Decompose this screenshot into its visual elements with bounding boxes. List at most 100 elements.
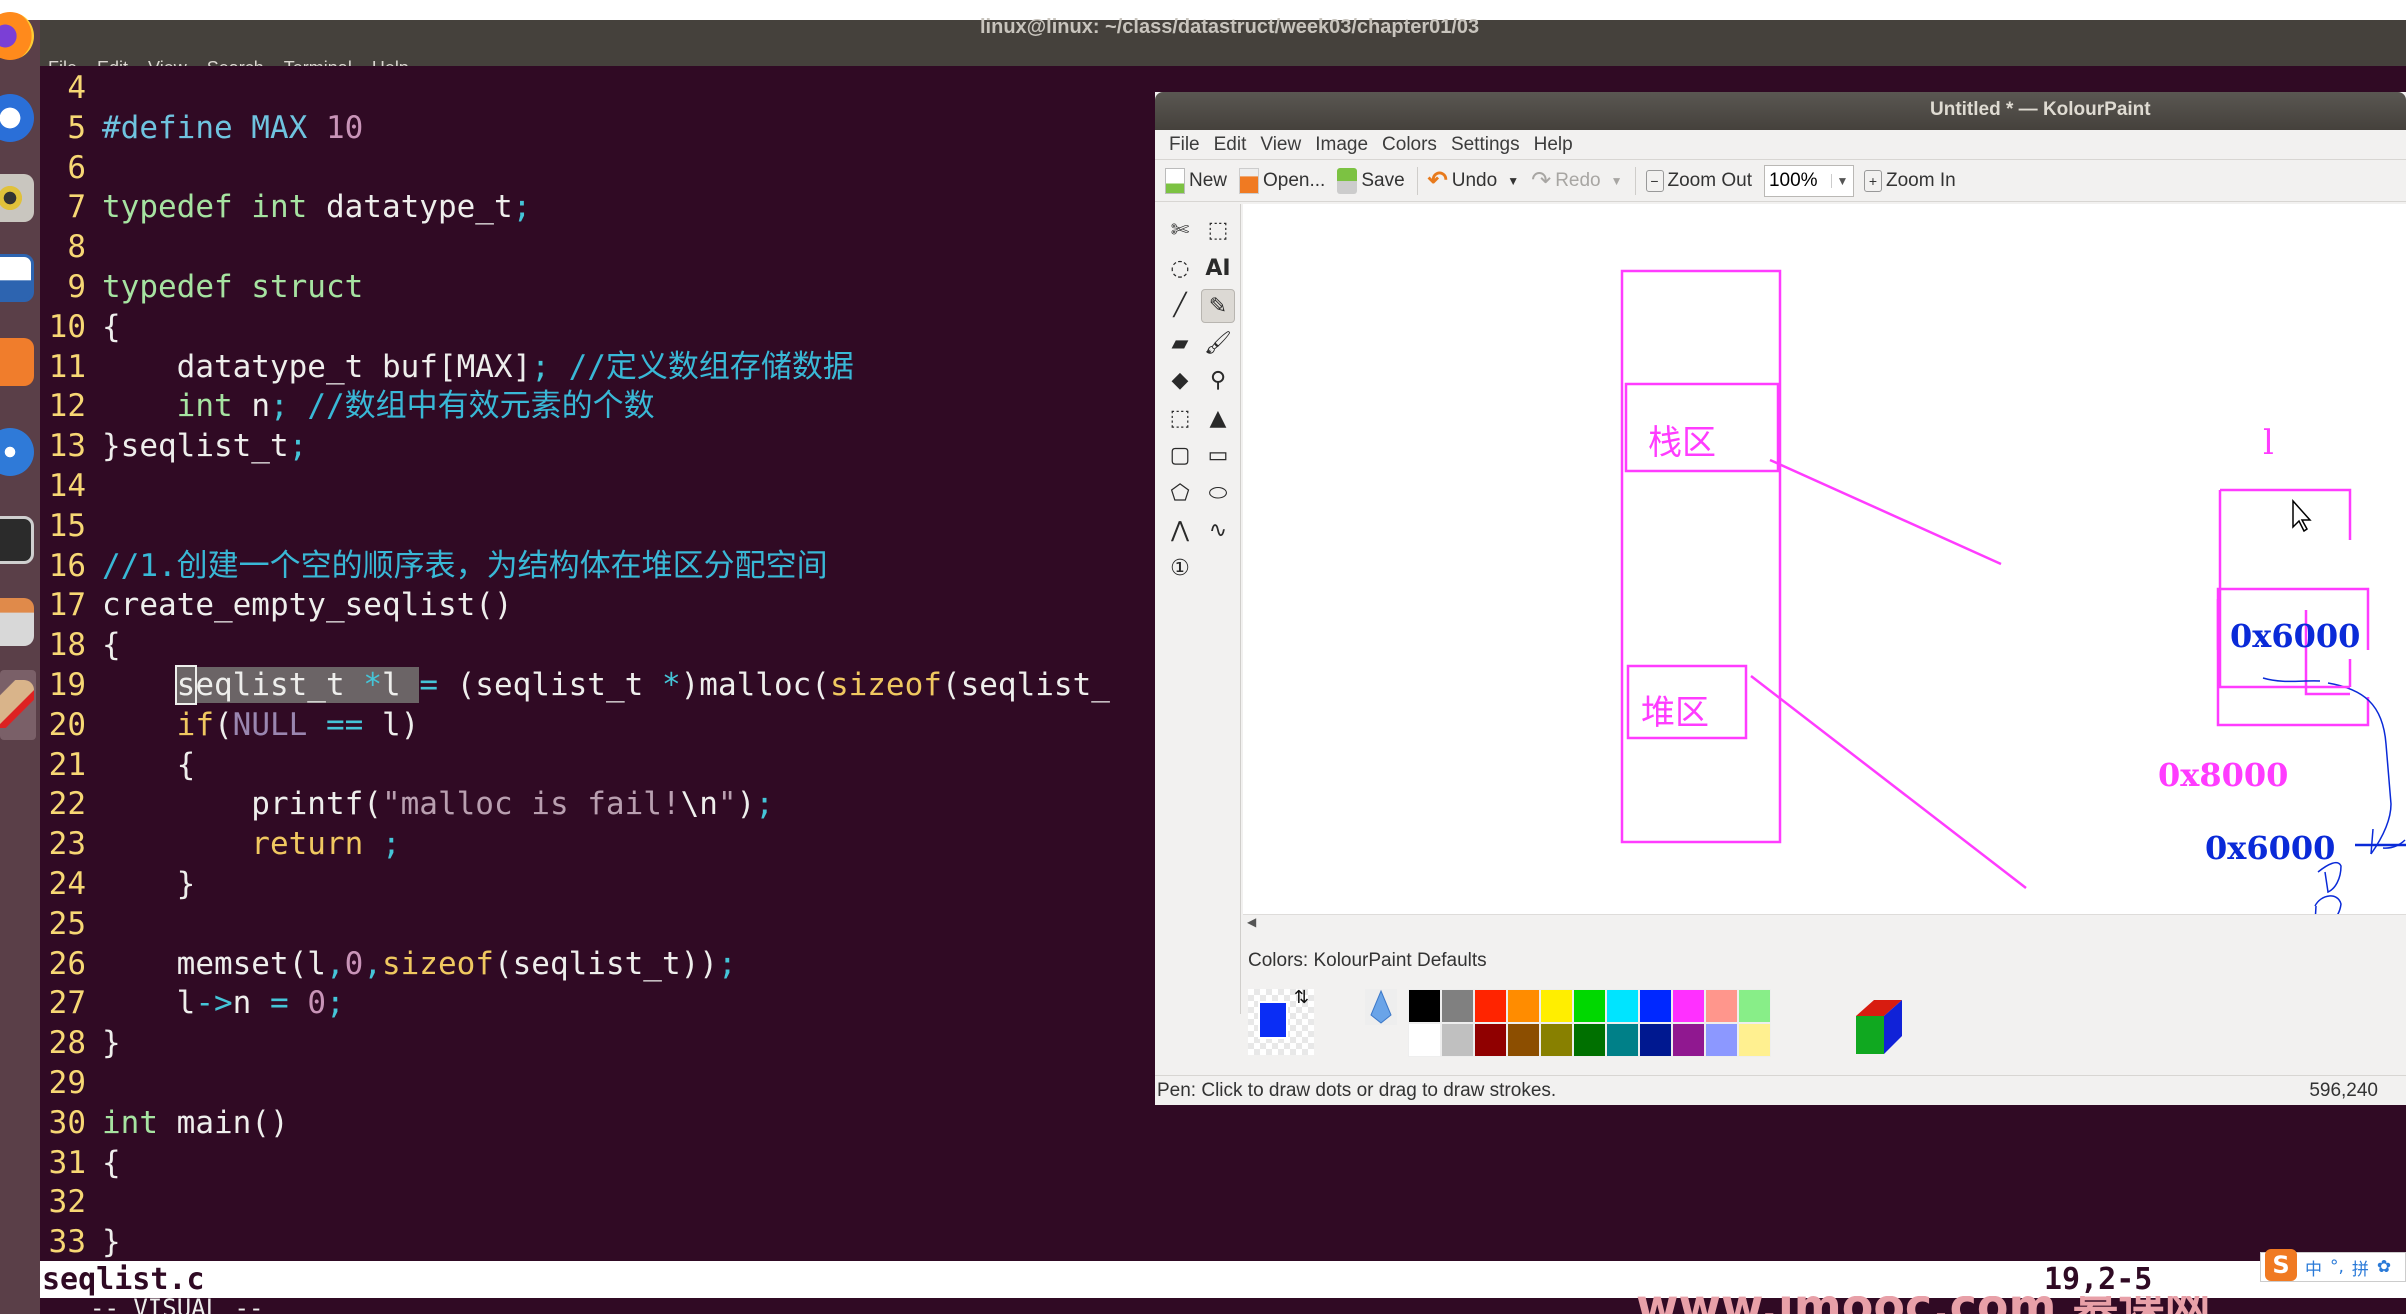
palette-color-swatch[interactable]: [1540, 1023, 1573, 1057]
palette-color-swatch[interactable]: [1672, 989, 1705, 1023]
tool-spraycan-icon[interactable]: ▲: [1201, 402, 1235, 436]
palette-color-swatch[interactable]: [1507, 989, 1540, 1023]
scroll-left-icon[interactable]: ◀: [1247, 915, 1256, 929]
tool-rounded-rectangle-icon[interactable]: ▢: [1163, 439, 1197, 473]
palette-color-swatch[interactable]: [1408, 989, 1441, 1023]
kp-menu-image[interactable]: Image: [1315, 134, 1368, 156]
tool-rectangular-selection-icon[interactable]: ⬚: [1201, 214, 1235, 248]
code-line[interactable]: 16 //1.创建一个空的顺序表，为结构体在堆区分配空间: [40, 546, 828, 586]
firefox-icon[interactable]: [0, 12, 34, 60]
kolourpaint-title-bar[interactable]: Untitled * — KolourPaint: [1155, 92, 2406, 130]
tool-text-icon[interactable]: AI: [1201, 252, 1235, 286]
code-line[interactable]: 15: [40, 506, 102, 546]
undo-button[interactable]: ↶ Undo ▼: [1428, 166, 1519, 195]
palette-color-swatch[interactable]: [1672, 1023, 1705, 1057]
palette-color-swatch[interactable]: [1606, 1023, 1639, 1057]
tool-pen-icon[interactable]: ✎: [1201, 289, 1235, 323]
tool-line-icon[interactable]: ╱: [1163, 289, 1197, 323]
code-line[interactable]: 8: [40, 227, 102, 267]
palette-color-swatch[interactable]: [1705, 989, 1738, 1023]
ime-settings-icon[interactable]: ✿: [2377, 1257, 2391, 1277]
code-line[interactable]: 33}: [40, 1222, 121, 1261]
code-line[interactable]: 11 datatype_t buf[MAX]; //定义数组存储数据: [40, 347, 854, 387]
kp-menu-colors[interactable]: Colors: [1382, 134, 1437, 156]
kp-menu-view[interactable]: View: [1260, 134, 1301, 156]
code-line[interactable]: 29: [40, 1063, 102, 1103]
new-button[interactable]: New: [1165, 167, 1227, 194]
code-line[interactable]: 6: [40, 148, 102, 188]
code-line[interactable]: 14: [40, 466, 102, 506]
rhythmbox-icon[interactable]: [0, 174, 34, 222]
code-line[interactable]: 26 memset(l,0,sizeof(seqlist_t));: [40, 944, 737, 984]
ime-language[interactable]: 中: [2305, 1255, 2322, 1280]
code-line[interactable]: 28}: [40, 1023, 121, 1063]
code-line[interactable]: 10 {: [40, 307, 121, 347]
palette-color-swatch[interactable]: [1474, 989, 1507, 1023]
code-line[interactable]: 32: [40, 1182, 102, 1222]
palette-color-swatch[interactable]: [1441, 989, 1474, 1023]
code-line[interactable]: 4: [40, 68, 102, 108]
software-center-icon[interactable]: [0, 338, 34, 386]
code-line[interactable]: 31 {: [40, 1143, 121, 1183]
code-line[interactable]: 30 int main(): [40, 1103, 289, 1143]
palette-color-swatch[interactable]: [1408, 1023, 1441, 1057]
tool-polygon-icon[interactable]: ⬠: [1163, 477, 1197, 511]
palette-color-swatch[interactable]: [1507, 1023, 1540, 1057]
tool-color-picker-icon[interactable]: ⚲: [1201, 364, 1235, 398]
ime-toolbar[interactable]: S 中 °, 拼 ✿: [2260, 1249, 2406, 1282]
code-line[interactable]: 5 #define MAX 10: [40, 108, 363, 148]
kp-menu-settings[interactable]: Settings: [1451, 134, 1520, 156]
ime-punctuation[interactable]: °,: [2330, 1257, 2344, 1277]
palette-color-swatch[interactable]: [1474, 1023, 1507, 1057]
tool-connected-lines-icon[interactable]: ⋀: [1163, 514, 1197, 548]
foreground-color-swatch[interactable]: [1258, 1001, 1288, 1039]
kp-menu-help[interactable]: Help: [1534, 134, 1573, 156]
drawing-canvas[interactable]: 栈区 堆区 l 0x6000 0x8000 0x6000: [1243, 204, 2406, 914]
tool-tool-options-icon[interactable]: ①: [1163, 552, 1197, 586]
palette-color-swatch[interactable]: [1705, 1023, 1738, 1057]
tool-free-form-selection-icon[interactable]: ✄: [1163, 214, 1197, 248]
zoom-in-button[interactable]: + Zoom In: [1863, 169, 1956, 192]
canvas-horizontal-scrollbar[interactable]: ◀: [1243, 914, 2406, 929]
code-line[interactable]: 21 {: [40, 745, 196, 785]
terminal-icon[interactable]: [0, 516, 34, 564]
code-line[interactable]: 12 int n; //数组中有效元素的个数: [40, 386, 655, 426]
foreground-background-colors[interactable]: ⇅: [1248, 987, 1314, 1055]
code-line[interactable]: 25: [40, 904, 102, 944]
code-line[interactable]: 19 seqlist_t *l = (seqlist_t *)malloc(si…: [40, 665, 1110, 705]
tool-color-eraser-icon[interactable]: ⬚: [1163, 402, 1197, 436]
kolourpaint-icon[interactable]: [0, 680, 34, 728]
code-line[interactable]: 23 return ;: [40, 824, 401, 864]
palette-color-swatch[interactable]: [1606, 989, 1639, 1023]
code-line[interactable]: 24 }: [40, 864, 196, 904]
save-button[interactable]: Save: [1337, 167, 1405, 194]
code-line[interactable]: 18 {: [40, 625, 121, 665]
code-line[interactable]: 20 if(NULL == l): [40, 705, 420, 745]
libreoffice-writer-icon[interactable]: [0, 254, 34, 302]
thunderbird-icon[interactable]: [0, 94, 34, 142]
help-icon[interactable]: [0, 428, 34, 476]
code-line[interactable]: 13}seqlist_t;: [40, 426, 308, 466]
file-cabinet-icon[interactable]: [0, 598, 34, 646]
code-line[interactable]: 9 typedef struct: [40, 267, 363, 307]
tool-eraser-icon[interactable]: ▰: [1163, 327, 1197, 361]
redo-dropdown-icon[interactable]: ▼: [1611, 174, 1623, 188]
ime-mode[interactable]: 拼: [2352, 1255, 2369, 1280]
palette-color-swatch[interactable]: [1573, 989, 1606, 1023]
swap-colors-icon[interactable]: ⇅: [1294, 987, 1309, 1008]
palette-color-swatch[interactable]: [1540, 989, 1573, 1023]
tool-rectangle-icon[interactable]: ▭: [1201, 439, 1235, 473]
tool-ellipse-icon[interactable]: ⬭: [1201, 477, 1235, 511]
zoom-level-select[interactable]: 100% ▼: [1763, 164, 1854, 197]
tool-brush-icon[interactable]: 🖌: [1201, 327, 1235, 361]
palette-color-swatch[interactable]: [1738, 1023, 1771, 1057]
open-button[interactable]: Open...: [1239, 167, 1325, 194]
code-line[interactable]: 7 typedef int datatype_t;: [40, 187, 531, 227]
vim-editor[interactable]: 4 5 #define MAX 10 6 7 typedef int datatype_t…: [40, 66, 1155, 1261]
palette-color-swatch[interactable]: [1738, 989, 1771, 1023]
zoom-out-button[interactable]: − Zoom Out: [1645, 169, 1752, 192]
palette-color-swatch[interactable]: [1639, 1023, 1672, 1057]
color-cube-icon[interactable]: [1852, 996, 1912, 1056]
palette-color-swatch[interactable]: [1573, 1023, 1606, 1057]
code-line[interactable]: 27 l->n = 0;: [40, 983, 345, 1023]
